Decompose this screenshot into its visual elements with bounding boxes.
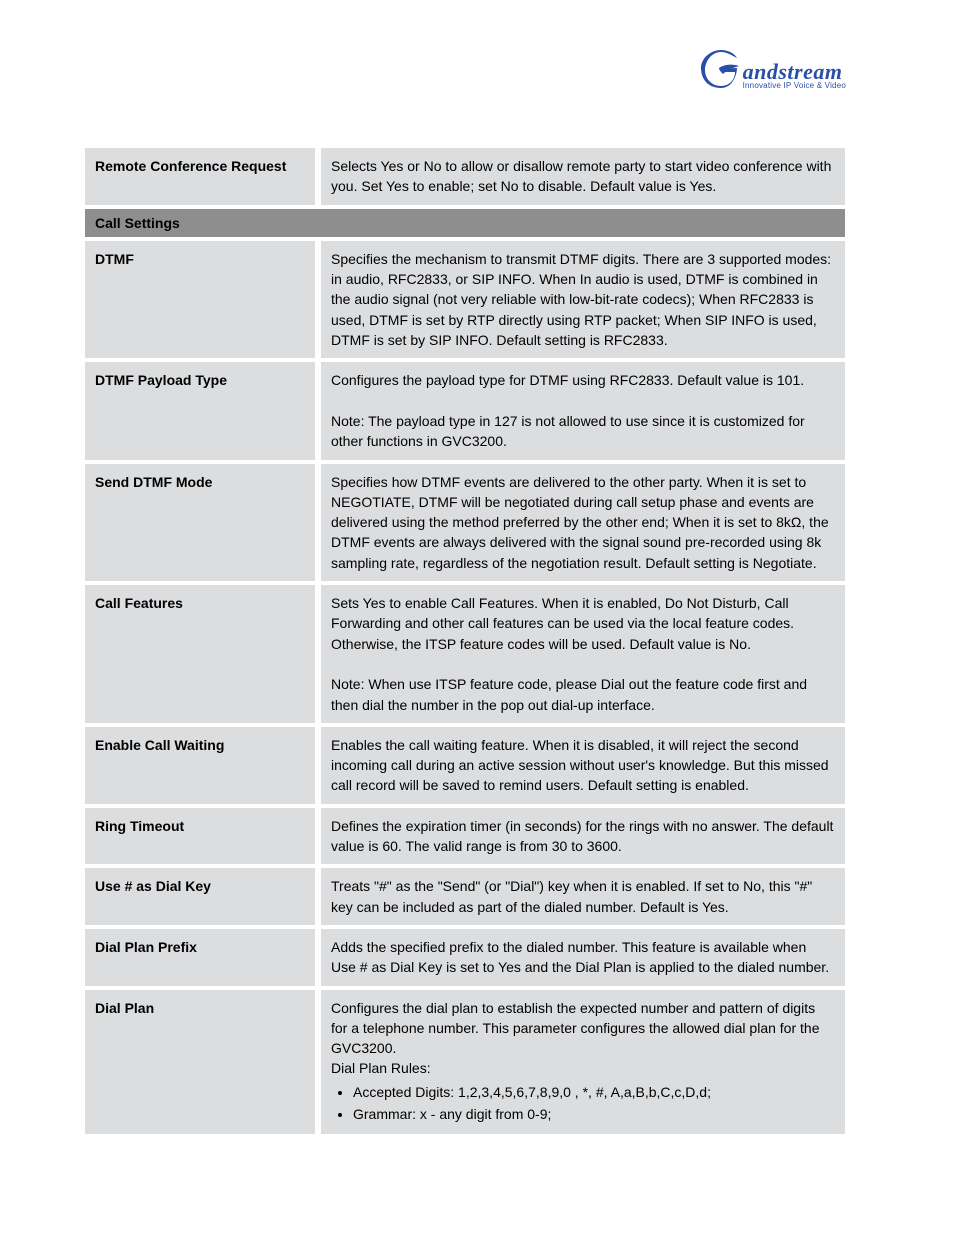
brand-logo: andstream Innovative IP Voice & Video [699,50,846,90]
table-row: Dial Plan PrefixAdds the specified prefi… [85,927,845,988]
setting-label: Call Features [85,583,315,725]
setting-description: Configures the dial plan to establish th… [321,988,845,1137]
setting-label: Enable Call Waiting [85,725,315,806]
table-row: Enable Call WaitingEnables the call wait… [85,725,845,806]
setting-label: Dial Plan [85,988,315,1137]
table-row: Dial PlanConfigures the dial plan to est… [85,988,845,1137]
bullet-list: Accepted Digits: 1,2,3,4,5,6,7,8,9,0 , *… [353,1082,835,1125]
table-row: Use # as Dial KeyTreats "#" as the "Send… [85,866,845,927]
table-row: Call Settings [85,207,845,239]
setting-label: Dial Plan Prefix [85,927,315,988]
table-row: DTMF Payload TypeConfigures the payload … [85,360,845,461]
setting-description: Configures the payload type for DTMF usi… [321,360,845,461]
settings-table: Remote Conference RequestSelects Yes or … [85,148,845,1138]
table-row: Send DTMF ModeSpecifies how DTMF events … [85,462,845,583]
setting-description: Specifies how DTMF events are delivered … [321,462,845,583]
setting-description: Adds the specified prefix to the dialed … [321,927,845,988]
setting-description: Sets Yes to enable Call Features. When i… [321,583,845,725]
setting-label: Ring Timeout [85,806,315,867]
setting-label: Remote Conference Request [85,148,315,207]
setting-description: Defines the expiration timer (in seconds… [321,806,845,867]
setting-label: Use # as Dial Key [85,866,315,927]
table-row: Call FeaturesSets Yes to enable Call Fea… [85,583,845,725]
setting-description: Enables the call waiting feature. When i… [321,725,845,806]
setting-description: Specifies the mechanism to transmit DTMF… [321,239,845,360]
table-row: DTMFSpecifies the mechanism to transmit … [85,239,845,360]
setting-description: Selects Yes or No to allow or disallow r… [321,148,845,207]
setting-label: DTMF [85,239,315,360]
table-row: Remote Conference RequestSelects Yes or … [85,148,845,207]
logo-g-icon [699,50,743,90]
brand-tagline: Innovative IP Voice & Video [743,81,846,90]
setting-description: Treats "#" as the "Send" (or "Dial") key… [321,866,845,927]
setting-label: DTMF Payload Type [85,360,315,461]
setting-label: Send DTMF Mode [85,462,315,583]
list-item: Grammar: x - any digit from 0-9; [353,1104,835,1124]
list-item: Accepted Digits: 1,2,3,4,5,6,7,8,9,0 , *… [353,1082,835,1102]
table-row: Ring TimeoutDefines the expiration timer… [85,806,845,867]
section-header: Call Settings [85,207,845,239]
